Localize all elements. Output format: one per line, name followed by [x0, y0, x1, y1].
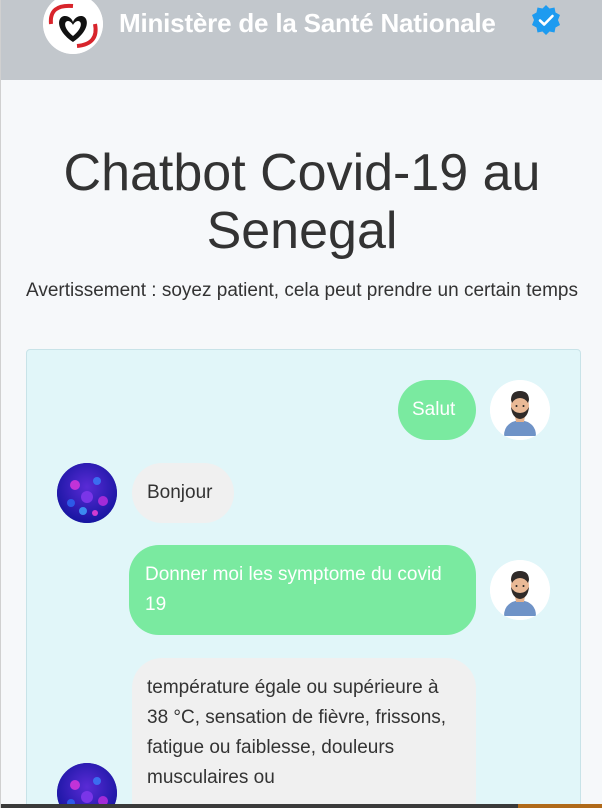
- heart-logo-icon[interactable]: [43, 0, 103, 54]
- message-text: Salut: [412, 399, 456, 420]
- user-avatar: [490, 560, 550, 620]
- bot-message-bubble: Bonjour: [132, 463, 234, 523]
- page: Ministère de la Santé Nationale Chatbot …: [0, 0, 602, 808]
- bot-avatar: [57, 763, 117, 808]
- verified-badge-icon: [530, 4, 562, 36]
- bot-avatar: [57, 463, 117, 523]
- page-title: Chatbot Covid-19 au Senegal: [63, 144, 541, 260]
- message-text: Donner moi les symptome du covid 19: [145, 564, 442, 615]
- top-bar: Ministère de la Santé Nationale: [1, 0, 602, 80]
- user-avatar: [490, 380, 550, 440]
- warning-text: Avertissement : soyez patient, cela peut…: [25, 280, 578, 301]
- chat-panel[interactable]: Salut Bonjour Donner moi les symptome du…: [26, 349, 581, 808]
- bottom-edge-accent: [518, 804, 602, 808]
- message-text: Bonjour: [147, 482, 213, 503]
- bottom-edge: [1, 804, 602, 808]
- bot-message-bubble: température égale ou supérieure à 38 °C,…: [132, 658, 476, 808]
- user-message-bubble: Salut: [398, 380, 476, 440]
- site-title: Ministère de la Santé Nationale: [119, 8, 496, 38]
- user-message-bubble: Donner moi les symptome du covid 19: [129, 545, 476, 635]
- message-text: température égale ou supérieure à 38 °C,…: [147, 677, 447, 788]
